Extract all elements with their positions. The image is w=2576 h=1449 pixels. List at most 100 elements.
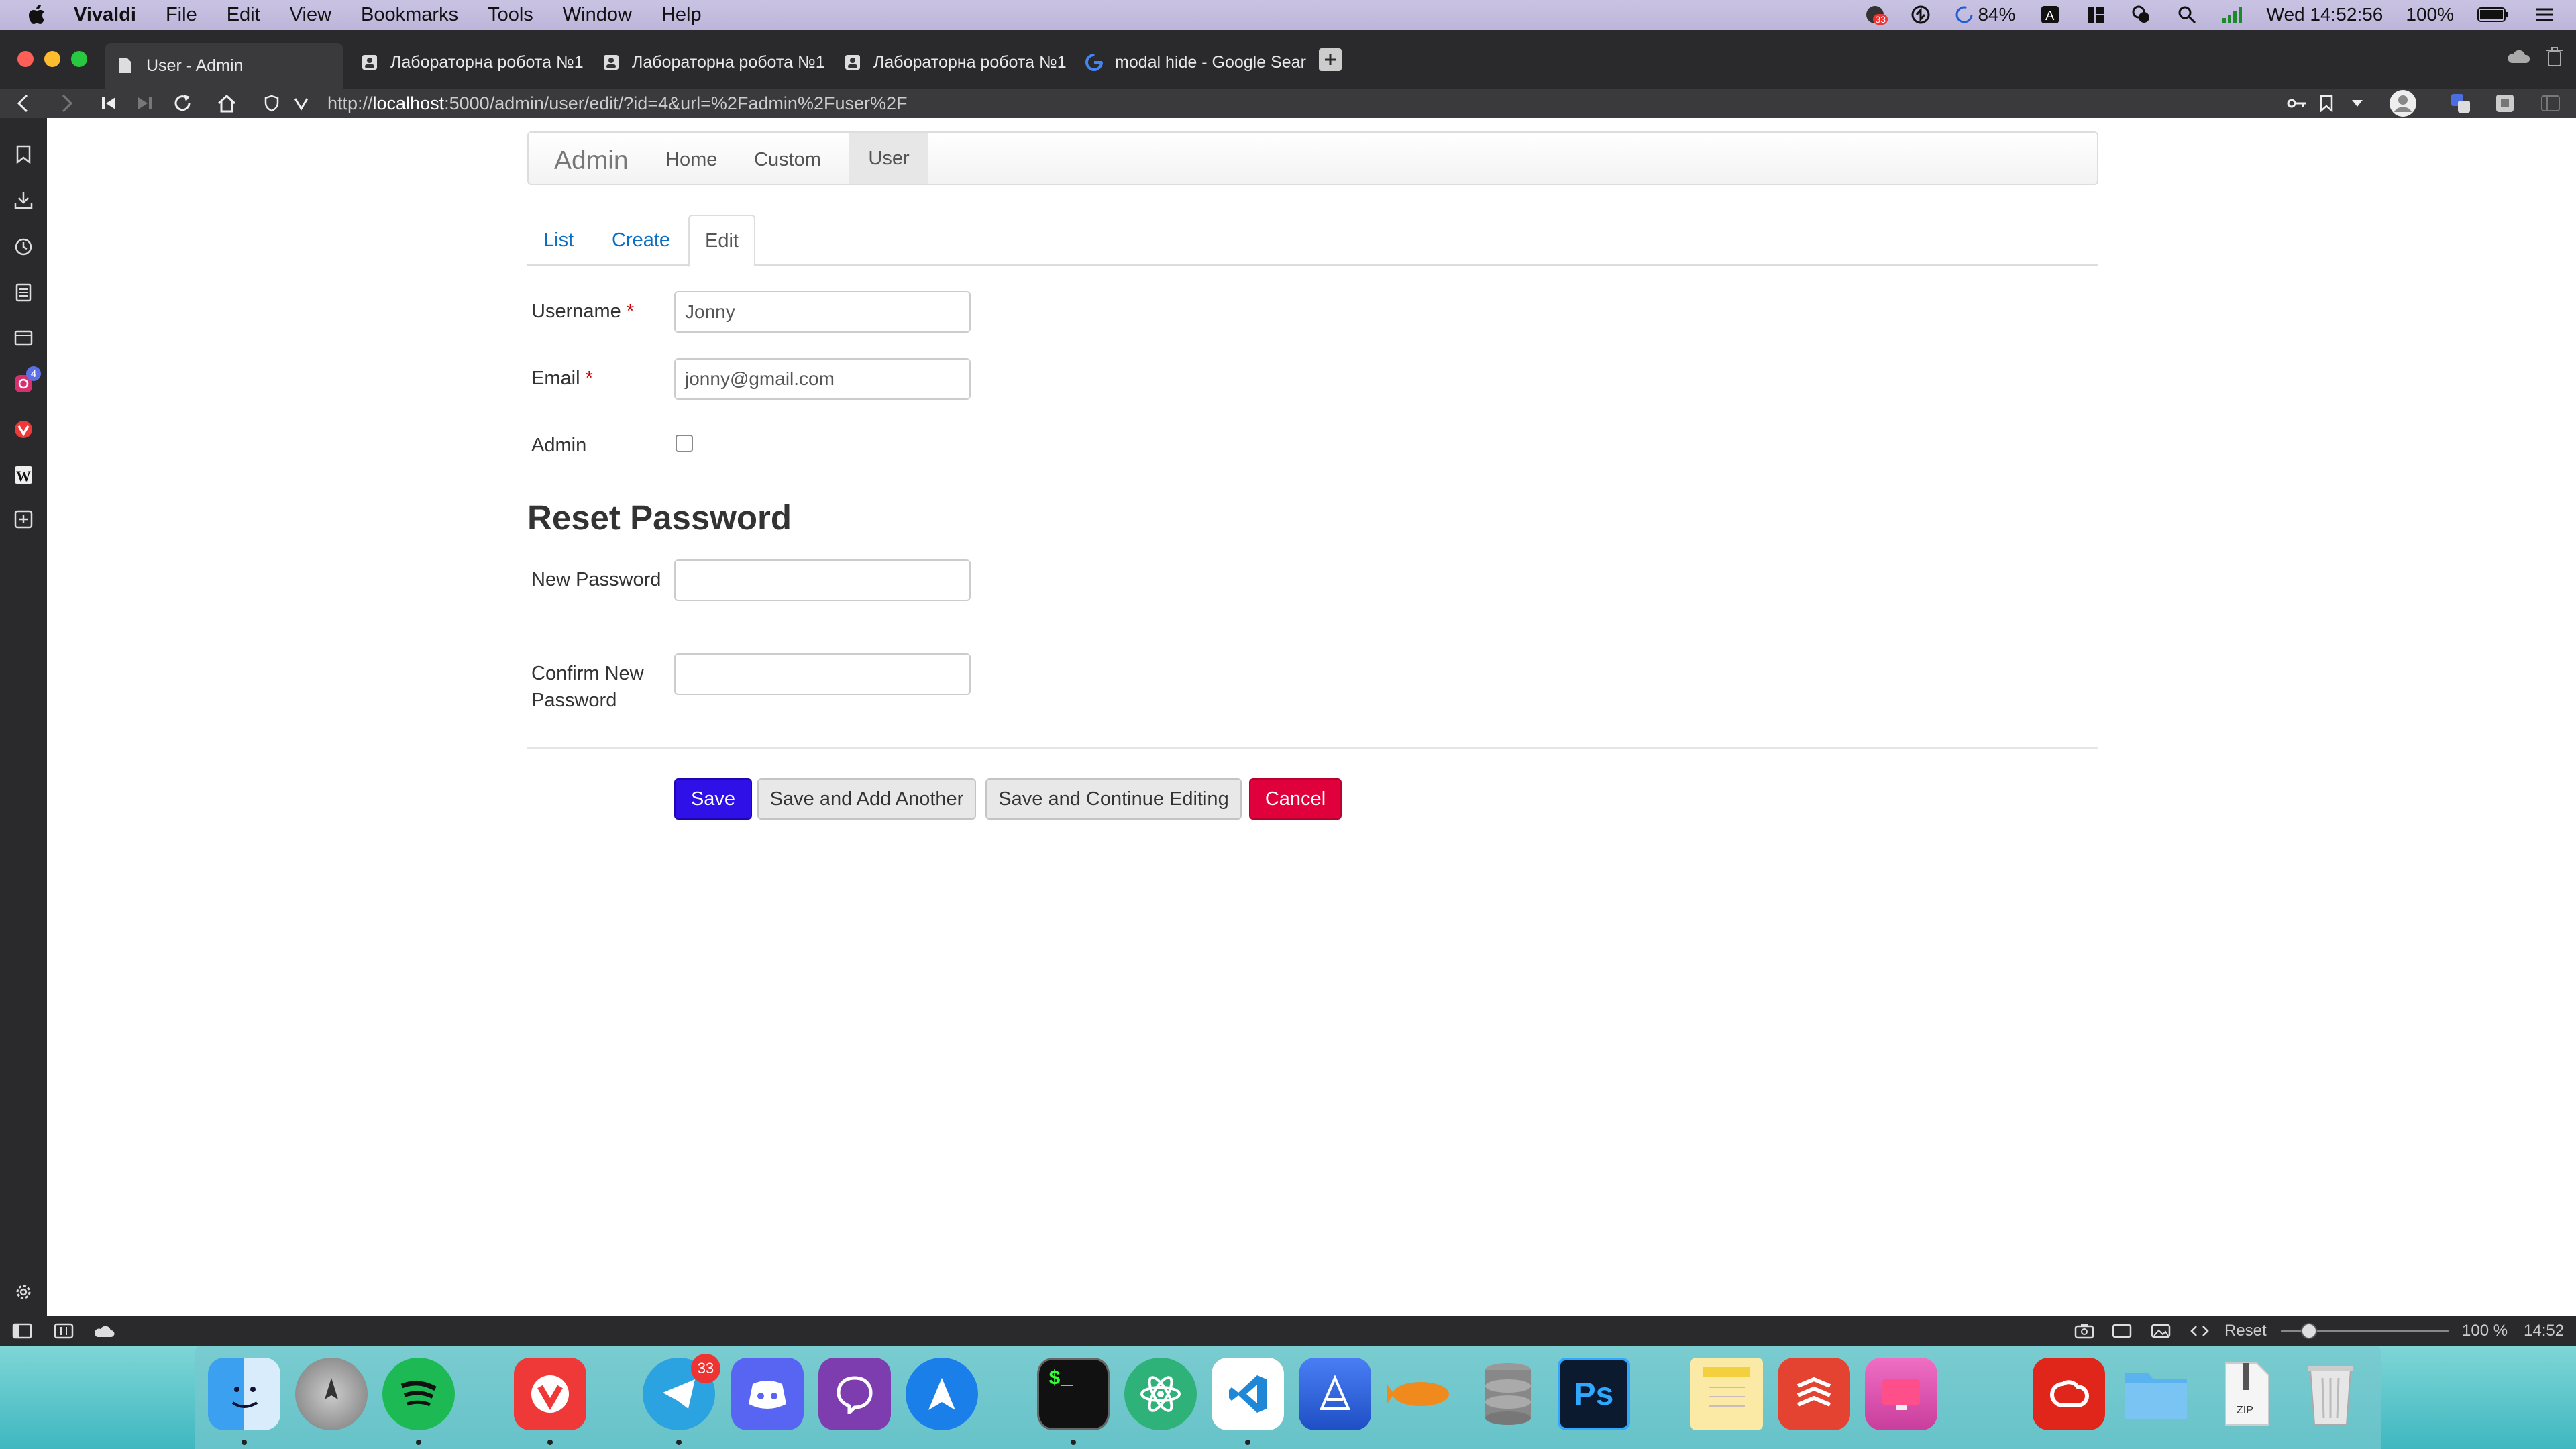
profile-avatar-icon[interactable] — [2388, 90, 2418, 117]
atom-icon[interactable] — [1124, 1358, 1197, 1430]
sync-cloud-icon[interactable] — [93, 1316, 115, 1346]
window-minimize-button[interactable] — [44, 51, 60, 67]
tab-lab-2[interactable]: Лабораторна робота №1 — [590, 43, 829, 82]
cleanmymac-icon[interactable] — [1865, 1358, 1937, 1430]
window-layout-icon[interactable] — [2084, 5, 2107, 25]
notes-panel-icon[interactable] — [11, 280, 36, 305]
email-input[interactable]: jonny@gmail.com — [674, 358, 971, 400]
signal-bars-icon[interactable] — [2221, 5, 2244, 25]
confirm-password-input[interactable] — [674, 653, 971, 695]
tab-lab-1[interactable]: Лабораторна робота №1 — [349, 43, 588, 82]
history-panel-icon[interactable] — [11, 235, 36, 259]
shield-icon[interactable] — [262, 90, 282, 117]
settings-gear-icon[interactable] — [11, 1280, 36, 1304]
spotify-icon[interactable] — [382, 1358, 455, 1430]
window-icon[interactable] — [2112, 1316, 2132, 1346]
tile-tabs-icon[interactable] — [54, 1316, 74, 1346]
window-close-button[interactable] — [17, 51, 34, 67]
new-tab-button[interactable] — [1319, 48, 1342, 71]
save-button[interactable]: Save — [674, 778, 752, 820]
navbar-brand[interactable]: Admin — [554, 146, 629, 176]
tab-user-admin[interactable]: User - Admin — [105, 43, 343, 89]
images-icon[interactable] — [2151, 1316, 2171, 1346]
home-icon[interactable] — [213, 90, 240, 117]
folder-icon[interactable] — [2120, 1358, 2192, 1430]
panel-toggle-icon[interactable] — [2537, 90, 2564, 117]
key-icon[interactable] — [2284, 90, 2310, 117]
battery-percent[interactable]: 100% — [2406, 4, 2454, 25]
vivaldi-panel-icon[interactable] — [11, 417, 36, 441]
apple-icon[interactable] — [27, 3, 47, 26]
nav-home-link[interactable]: Home — [665, 149, 717, 171]
rewind-icon[interactable] — [95, 90, 122, 117]
zip-archive-icon[interactable]: ZIP — [2210, 1358, 2282, 1430]
back-icon[interactable] — [9, 90, 36, 117]
spark-mail-icon[interactable] — [906, 1358, 978, 1430]
translate-icon[interactable] — [2447, 90, 2474, 117]
add-panel-icon[interactable] — [11, 507, 36, 531]
instagram-panel-icon[interactable]: 4 — [11, 366, 41, 396]
panel-toggle-icon[interactable] — [12, 1316, 32, 1346]
window-zoom-button[interactable] — [71, 51, 87, 67]
zoom-reset-button[interactable]: Reset — [2224, 1316, 2267, 1346]
transmit-zeppelin-icon[interactable] — [1385, 1358, 1457, 1430]
cancel-button[interactable]: Cancel — [1249, 778, 1342, 820]
downloads-panel-icon[interactable] — [11, 188, 36, 212]
menu-edit[interactable]: Edit — [227, 4, 260, 26]
menu-file[interactable]: File — [166, 4, 197, 26]
tab-create[interactable]: Create — [612, 215, 670, 266]
photoshop-icon[interactable]: Ps — [1558, 1358, 1630, 1430]
vscode-icon[interactable] — [1212, 1358, 1284, 1430]
menu-help[interactable]: Help — [661, 4, 702, 26]
url-field[interactable]: http://localhost:5000/admin/user/edit/?i… — [327, 90, 2340, 117]
menu-bookmarks[interactable]: Bookmarks — [361, 4, 458, 26]
bookmarks-panel-icon[interactable] — [11, 142, 36, 166]
launchpad-icon[interactable] — [295, 1358, 368, 1430]
todoist-icon[interactable] — [1778, 1358, 1850, 1430]
notes-icon[interactable] — [1690, 1358, 1763, 1430]
control-center-icon[interactable] — [2533, 5, 2556, 25]
zoom-slider-handle[interactable] — [2301, 1323, 2317, 1339]
tab-list[interactable]: List — [543, 215, 574, 266]
fast-forward-icon[interactable] — [131, 90, 158, 117]
sync-status-icon[interactable] — [1909, 5, 1932, 25]
save-and-add-another-button[interactable]: Save and Add Another — [757, 778, 976, 820]
menu-clock[interactable]: Wed 14:52:56 — [2267, 4, 2383, 25]
reload-icon[interactable] — [169, 90, 196, 117]
extension-icon[interactable] — [2491, 90, 2518, 117]
window-panel-icon[interactable] — [11, 326, 36, 350]
vivaldi-v-icon[interactable] — [291, 90, 311, 117]
forward-icon[interactable] — [54, 90, 80, 117]
finder-icon[interactable] — [208, 1358, 280, 1430]
nav-custom-link[interactable]: Custom — [754, 149, 821, 171]
username-input[interactable]: Jonny — [674, 291, 971, 333]
creative-cloud-icon[interactable] — [2033, 1358, 2105, 1430]
keyboard-input-icon[interactable]: A — [2039, 5, 2061, 25]
battery-icon[interactable] — [2477, 5, 2510, 25]
page-actions-icon[interactable] — [2190, 1316, 2210, 1346]
trash-icon[interactable] — [2546, 47, 2563, 70]
database-icon[interactable] — [1472, 1358, 1544, 1430]
menu-app-name[interactable]: Vivaldi — [74, 4, 136, 26]
save-and-continue-button[interactable]: Save and Continue Editing — [985, 778, 1242, 820]
cpu-usage-icon[interactable]: 84% — [1955, 4, 2016, 25]
terminal-icon[interactable]: $_ — [1037, 1358, 1110, 1430]
tab-google-search[interactable]: modal hide - Google Sear — [1073, 43, 1312, 82]
trash-bin-icon[interactable] — [2294, 1358, 2367, 1430]
wikipedia-panel-icon[interactable]: W — [11, 463, 36, 487]
toggle-icon[interactable] — [2130, 5, 2153, 25]
xcode-icon[interactable] — [1299, 1358, 1371, 1430]
search-icon[interactable] — [2176, 5, 2198, 25]
viber-icon[interactable] — [818, 1358, 891, 1430]
discord-icon[interactable] — [731, 1358, 804, 1430]
vivaldi-icon[interactable] — [514, 1358, 586, 1430]
dropdown-icon[interactable] — [2344, 90, 2371, 117]
nav-user-link[interactable]: User — [849, 133, 928, 184]
menu-tools[interactable]: Tools — [488, 4, 533, 26]
cloud-sync-icon[interactable] — [2506, 47, 2530, 69]
admin-checkbox[interactable] — [676, 435, 693, 452]
status-app-icon[interactable]: 33 — [1864, 5, 1888, 25]
tab-lab-3[interactable]: Лабораторна робота №1 — [832, 43, 1071, 82]
menu-window[interactable]: Window — [563, 4, 632, 26]
capture-icon[interactable] — [2074, 1316, 2094, 1346]
